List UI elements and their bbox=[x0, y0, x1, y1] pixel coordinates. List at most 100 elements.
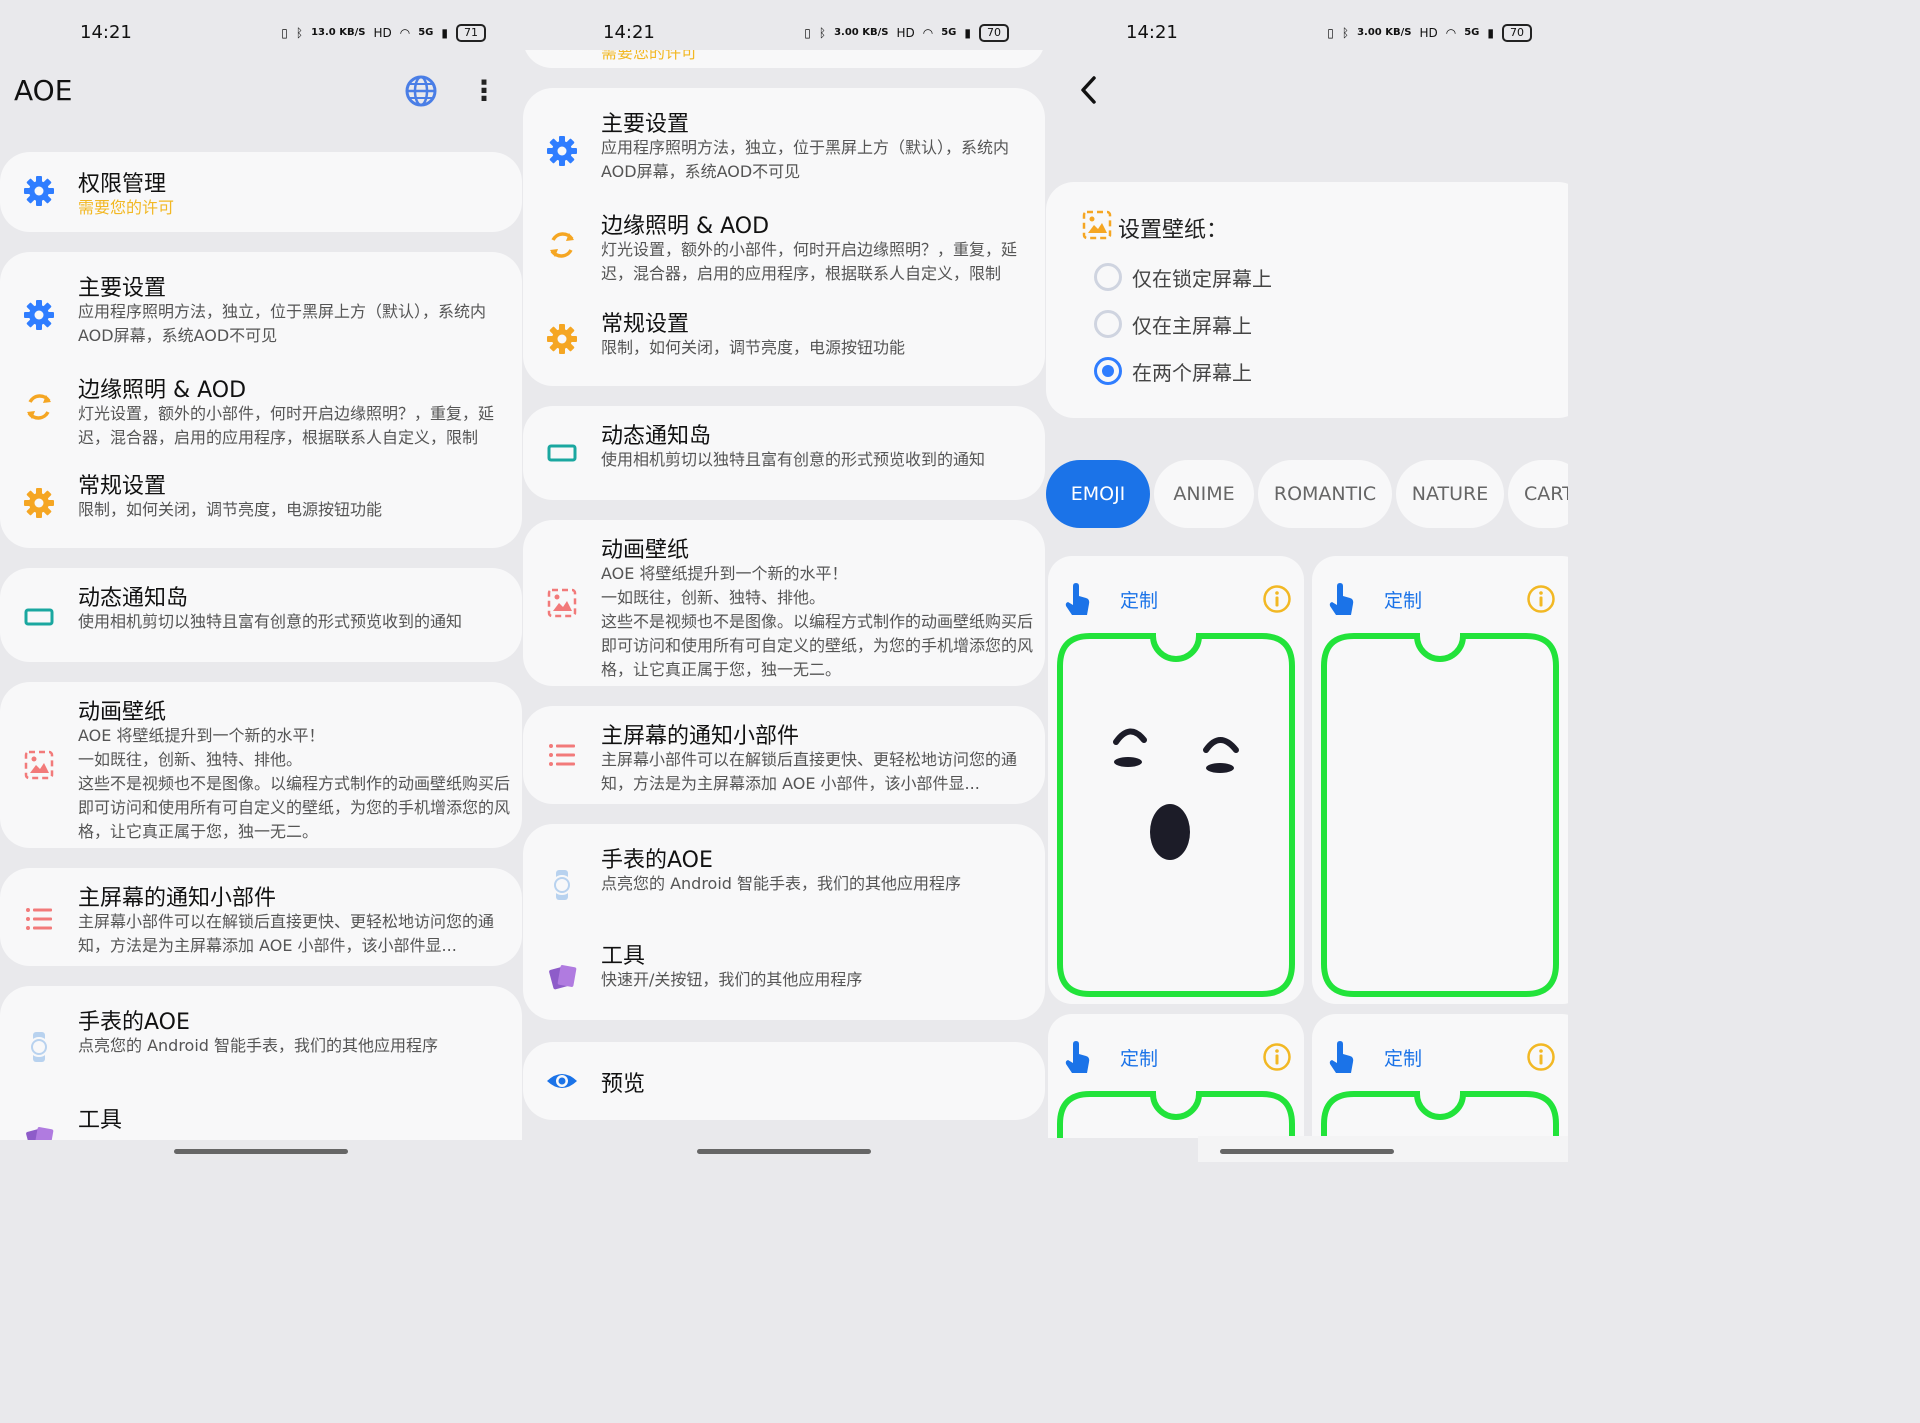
menu-item-main-settings[interactable]: 主要设置 应用程序照明方法，独立，位于黑屏上方（默认），系统内AOD屏幕，系统A… bbox=[523, 106, 1045, 202]
tab-nature[interactable]: NATURE bbox=[1396, 460, 1504, 528]
net-speed: 3.00 KB/S bbox=[834, 27, 889, 38]
touch-icon bbox=[1065, 1041, 1090, 1073]
menu-item-desc: 使用相机剪切以独特且富有创意的形式预览收到的通知 bbox=[601, 450, 986, 469]
more-menu-icon[interactable]: ⋮ bbox=[470, 74, 498, 108]
home-indicator[interactable] bbox=[697, 1149, 871, 1154]
radio-button[interactable] bbox=[1094, 263, 1122, 291]
signal-icon: ▮ bbox=[1487, 26, 1494, 40]
bluetooth-icon: ᛒ bbox=[295, 26, 304, 40]
tab-cartoon[interactable]: CART bbox=[1508, 460, 1568, 528]
menu-item-title: 主屏幕的通知小部件 bbox=[601, 724, 800, 749]
wifi-icon: ◠ bbox=[399, 26, 411, 40]
image-icon bbox=[24, 750, 54, 780]
permission-card[interactable]: 权限管理 需要您的许可 bbox=[0, 152, 522, 232]
info-icon[interactable] bbox=[1526, 1042, 1556, 1072]
screen-main-top: 14:21 ▯ ᛒ 13.0 KB/S HD ◠ 5G ▮ 71 AOE ⋮ 权… bbox=[0, 0, 522, 1162]
menu-item-preview[interactable]: 预览 bbox=[523, 1042, 1045, 1120]
menu-item-desc: 快速开/关按钮，我们的其他应用程序 bbox=[601, 970, 863, 989]
settings-card: 主要设置 应用程序照明方法，独立，位于黑屏上方（默认），系统内AOD屏幕，系统A… bbox=[0, 252, 522, 548]
home-indicator[interactable] bbox=[1220, 1149, 1394, 1154]
hd-icon: HD bbox=[373, 26, 392, 40]
wallpaper-card[interactable]: 动画壁纸 AOE 将壁纸提升到一个新的水平！ 一如既往，创新、独特、排他。 这些… bbox=[523, 520, 1045, 686]
home-indicator[interactable] bbox=[174, 1149, 348, 1154]
radio-both-screens[interactable]: 在两个屏幕上 bbox=[1094, 356, 1252, 386]
menu-item-watch[interactable]: 手表的AOE 点亮您的 Android 智能手表，我们的其他应用程序 bbox=[0, 986, 522, 1082]
tab-romantic[interactable]: ROMANTIC bbox=[1258, 460, 1392, 528]
info-icon[interactable] bbox=[1526, 584, 1556, 614]
island-card[interactable]: 动态通知岛 使用相机剪切以独特且富有创意的形式预览收到的通知 bbox=[0, 568, 522, 662]
status-time: 14:21 bbox=[603, 22, 655, 43]
vibrate-icon: ▯ bbox=[1327, 26, 1334, 40]
status-icons: ▯ ᛒ 3.00 KB/S HD ◠ 5G ▮ 70 bbox=[804, 24, 1009, 42]
customize-label: 定制 bbox=[1120, 590, 1159, 612]
touch-icon bbox=[1329, 583, 1354, 615]
info-icon[interactable] bbox=[1262, 1042, 1292, 1072]
menu-item-wallpaper[interactable]: 动画壁纸 AOE 将壁纸提升到一个新的水平！ 一如既往，创新、独特、排他。 这些… bbox=[0, 682, 522, 848]
menu-item-edge-lighting[interactable]: 边缘照明 & AOD 灯光设置，额外的小部件，何时开启边缘照明？，重复，延迟，混… bbox=[523, 206, 1045, 302]
tab-emoji[interactable]: EMOJI bbox=[1046, 460, 1150, 528]
radio-button[interactable] bbox=[1094, 310, 1122, 338]
menu-item-general[interactable]: 常规设置 限制，如何关闭，调节亮度，电源按钮功能 bbox=[0, 466, 522, 538]
island-card[interactable]: 动态通知岛 使用相机剪切以独特且富有创意的形式预览收到的通知 bbox=[523, 406, 1045, 500]
menu-item-permission[interactable]: 权限管理 需要您的许可 bbox=[0, 152, 522, 232]
widget-card[interactable]: 主屏幕的通知小部件 主屏幕小部件可以在解锁后直接更快、更轻松地访问您的通知，方法… bbox=[0, 868, 522, 966]
status-bar: 14:21 ▯ ᛒ 3.00 KB/S HD ◠ 5G ▮ 70 bbox=[1046, 0, 1568, 64]
menu-item-title: 工具 bbox=[78, 1108, 123, 1133]
screen-main-scrolled: 需要您的许可 14:21 ▯ ᛒ 3.00 KB/S HD ◠ 5G ▮ 70 … bbox=[523, 0, 1045, 1162]
menu-item-title: 常规设置 bbox=[78, 474, 167, 499]
menu-item-title: 边缘照明 & AOD bbox=[601, 214, 770, 239]
gear-icon bbox=[547, 324, 577, 354]
menu-item-main-settings[interactable]: 主要设置 应用程序照明方法，独立，位于黑屏上方（默认），系统内AOD屏幕，系统A… bbox=[0, 268, 522, 364]
battery-icon: 70 bbox=[979, 24, 1009, 42]
wallpaper-card-emoji[interactable]: 定制 bbox=[1048, 556, 1304, 1004]
menu-item-wallpaper[interactable]: 动画壁纸 AOE 将壁纸提升到一个新的水平！ 一如既往，创新、独特、排他。 这些… bbox=[523, 520, 1045, 686]
menu-item-title: 权限管理 bbox=[78, 172, 167, 197]
menu-item-edge-lighting[interactable]: 边缘照明 & AOD 灯光设置，额外的小部件，何时开启边缘照明？，重复，延迟，混… bbox=[0, 370, 522, 466]
menu-item-desc: 主屏幕小部件可以在解锁后直接更快、更轻松地访问您的通知，方法是为主屏幕添加 AO… bbox=[78, 912, 495, 955]
radio-lock-screen[interactable]: 仅在锁定屏幕上 bbox=[1094, 262, 1272, 292]
island-icon bbox=[547, 444, 577, 462]
island-icon bbox=[24, 608, 54, 626]
menu-item-island[interactable]: 动态通知岛 使用相机剪切以独特且富有创意的形式预览收到的通知 bbox=[523, 406, 1045, 500]
phone-frame-preview bbox=[1057, 633, 1295, 997]
hd-icon: HD bbox=[1419, 26, 1438, 40]
image-icon bbox=[547, 588, 577, 618]
radio-label: 仅在主屏幕上 bbox=[1132, 313, 1252, 338]
widget-card[interactable]: 主屏幕的通知小部件 主屏幕小部件可以在解锁后直接更快、更轻松地访问您的通知，方法… bbox=[523, 706, 1045, 804]
set-wallpaper-card: 设置壁纸： 仅在锁定屏幕上 仅在主屏幕上 在两个屏幕上 bbox=[1046, 182, 1568, 418]
menu-item-general[interactable]: 常规设置 限制，如何关闭，调节亮度，电源按钮功能 bbox=[523, 302, 1045, 374]
gear-icon bbox=[547, 136, 577, 166]
status-bar: 14:21 ▯ ᛒ 3.00 KB/S HD ◠ 5G ▮ 70 bbox=[523, 0, 1045, 50]
status-bar: 14:21 ▯ ᛒ 13.0 KB/S HD ◠ 5G ▮ 71 bbox=[0, 0, 522, 64]
battery-icon: 70 bbox=[1502, 24, 1532, 42]
info-icon[interactable] bbox=[1262, 584, 1292, 614]
app-title: AOE bbox=[14, 74, 73, 107]
menu-item-title: 主要设置 bbox=[78, 276, 167, 301]
wallpaper-card[interactable]: 动画壁纸 AOE 将壁纸提升到一个新的水平！ 一如既往，创新、独特、排他。 这些… bbox=[0, 682, 522, 848]
menu-item-desc: AOE 将壁纸提升到一个新的水平！ 一如既往，创新、独特、排他。 这些不是视频也… bbox=[601, 564, 1034, 679]
gear-icon bbox=[24, 176, 54, 206]
menu-item-island[interactable]: 动态通知岛 使用相机剪切以独特且富有创意的形式预览收到的通知 bbox=[0, 568, 522, 662]
preview-card[interactable]: 预览 bbox=[523, 1042, 1045, 1120]
menu-item-title: 主屏幕的通知小部件 bbox=[78, 886, 277, 911]
menu-item-title: 工具 bbox=[601, 944, 646, 969]
network-type: 5G bbox=[941, 27, 957, 38]
menu-item-widget[interactable]: 主屏幕的通知小部件 主屏幕小部件可以在解锁后直接更快、更轻松地访问您的通知，方法… bbox=[523, 706, 1045, 804]
list-icon bbox=[549, 744, 575, 766]
menu-item-desc: 点亮您的 Android 智能手表，我们的其他应用程序 bbox=[78, 1036, 439, 1055]
menu-item-widget[interactable]: 主屏幕的通知小部件 主屏幕小部件可以在解锁后直接更快、更轻松地访问您的通知，方法… bbox=[0, 868, 522, 966]
back-arrow-icon[interactable] bbox=[1074, 70, 1104, 110]
globe-icon[interactable] bbox=[404, 74, 438, 108]
wallpaper-icon bbox=[1082, 210, 1112, 240]
radio-home-screen[interactable]: 仅在主屏幕上 bbox=[1094, 309, 1252, 339]
menu-item-desc: 灯光设置，额外的小部件，何时开启边缘照明？，重复，延迟，混合器，启用的应用程序，… bbox=[601, 240, 1018, 283]
signal-icon: ▮ bbox=[964, 26, 971, 40]
gear-icon bbox=[24, 488, 54, 518]
wallpaper-card-blank[interactable]: 定制 bbox=[1312, 556, 1568, 1004]
radio-button-selected[interactable] bbox=[1094, 357, 1122, 385]
tab-anime[interactable]: ANIME bbox=[1154, 460, 1254, 528]
menu-item-tools[interactable]: 工具 快速开/关按钮，我们的其他应用程序 bbox=[523, 930, 1045, 1014]
net-speed: 13.0 KB/S bbox=[311, 27, 366, 38]
menu-item-watch[interactable]: 手表的AOE 点亮您的 Android 智能手表，我们的其他应用程序 bbox=[523, 824, 1045, 920]
watch-icon bbox=[552, 870, 572, 900]
